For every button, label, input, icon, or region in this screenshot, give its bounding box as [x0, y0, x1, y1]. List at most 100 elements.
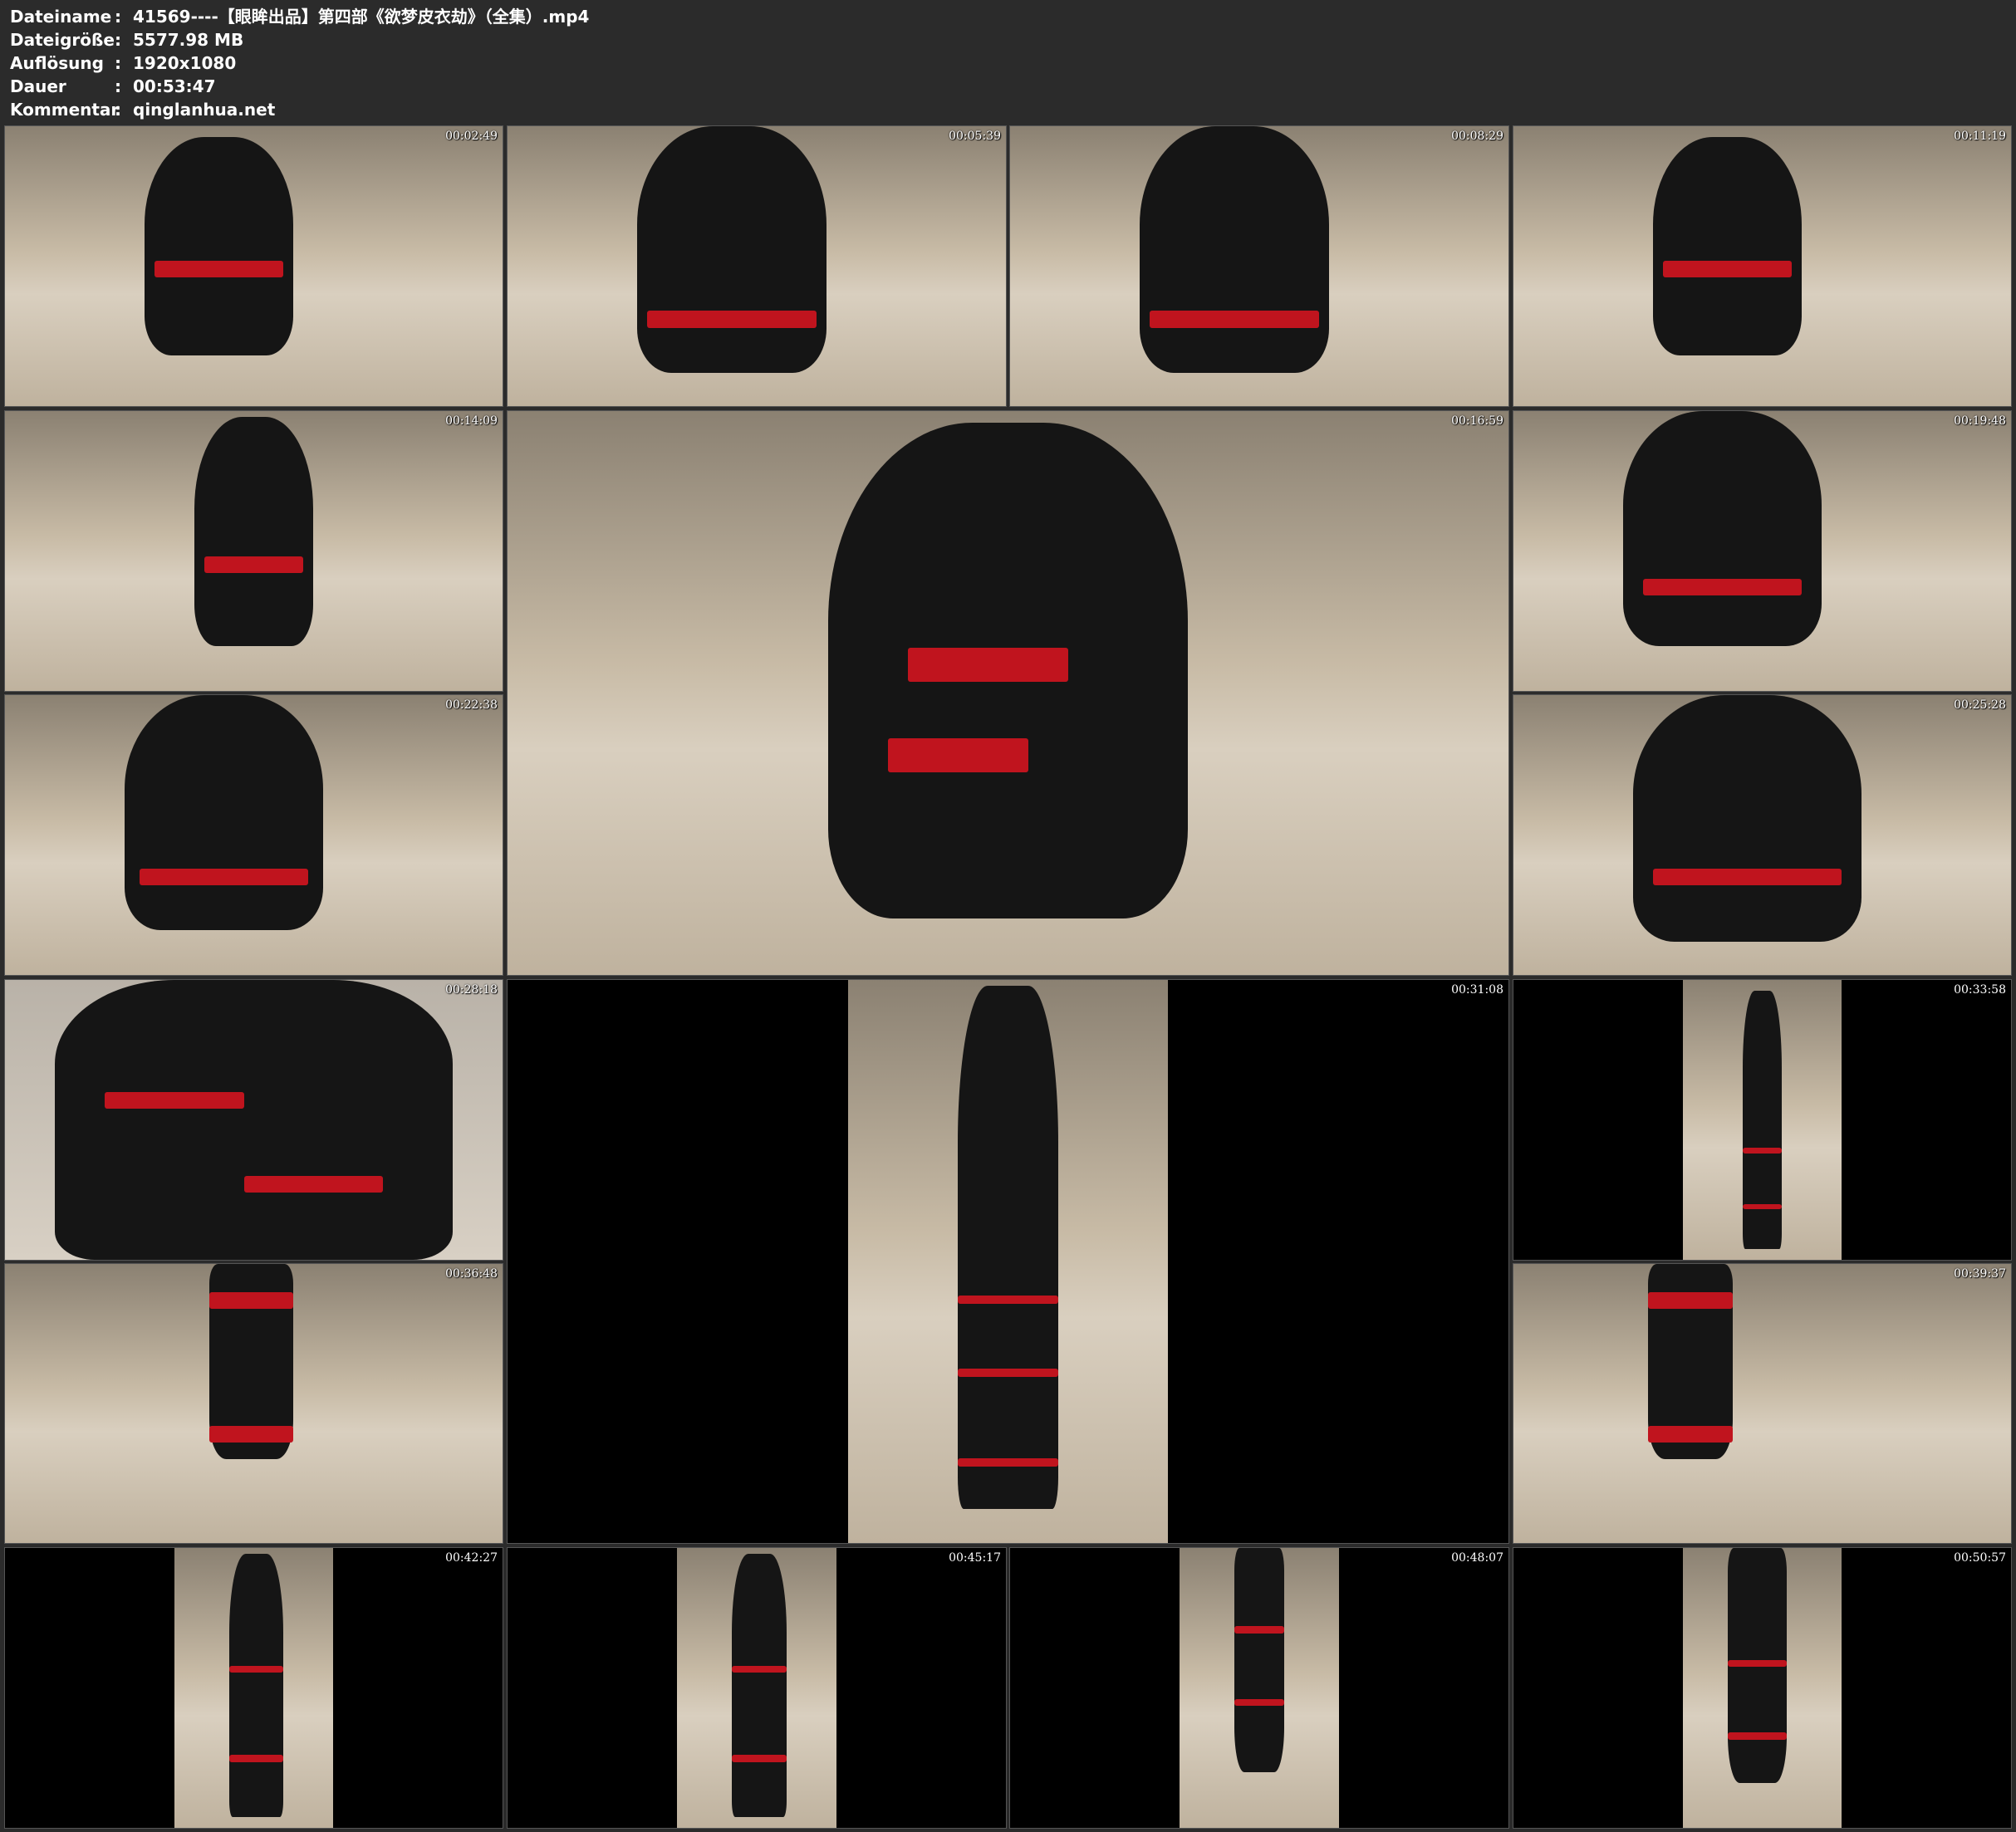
thumbnail-rope	[732, 1755, 787, 1762]
thumbnail-rope	[1642, 579, 1803, 596]
thumbnail-rope	[228, 1755, 284, 1762]
separator: :	[115, 30, 121, 50]
thumbnail-figure	[1622, 411, 1822, 647]
thumbnail-rope	[1234, 1626, 1284, 1634]
thumbnail-rope	[104, 1091, 244, 1109]
thumbnail-rope	[958, 1368, 1058, 1377]
video-thumbnail[interactable]: 00:02:49	[4, 125, 503, 407]
thumbnail-rope	[139, 868, 309, 886]
thumbnail-figure	[144, 137, 294, 356]
thumbnail-rope	[1652, 868, 1842, 886]
thumbnail-figure	[194, 416, 314, 647]
timestamp-label: 00:05:39	[949, 130, 1001, 143]
comment-value: qinglanhua.net	[133, 100, 276, 120]
thumbnail-rope	[958, 1295, 1058, 1304]
thumbnail-rope	[1742, 1203, 1783, 1210]
thumbnail-figure	[54, 980, 454, 1260]
video-thumbnail[interactable]: 00:22:38	[4, 694, 503, 976]
thumbnail-rope	[208, 1291, 294, 1309]
thumbnail-rope	[1727, 1732, 1788, 1740]
thumbnail-rope	[908, 648, 1068, 682]
timestamp-label: 00:08:29	[1451, 130, 1503, 143]
thumbnail-rope	[1647, 1291, 1733, 1309]
thumbnail-rope	[228, 1665, 284, 1673]
separator: :	[115, 7, 121, 27]
video-thumbnail-large[interactable]: 00:16:59	[507, 410, 1509, 976]
thumbnail-rope	[1150, 311, 1319, 328]
video-thumbnail[interactable]: 00:19:48	[1513, 410, 2012, 692]
thumbnail-rope	[208, 1425, 294, 1443]
thumbnail-figure	[1140, 126, 1329, 373]
timestamp-label: 00:14:09	[445, 414, 498, 428]
separator: :	[115, 76, 121, 96]
thumbnail-figure	[1632, 695, 1862, 942]
video-thumbnail[interactable]: 00:42:27	[4, 1547, 503, 1829]
file-info-panel: Dateiname : 41569----【眼眸出品】第四部《欲梦皮衣劫》（全集…	[10, 5, 589, 121]
timestamp-label: 00:42:27	[445, 1551, 498, 1565]
thumbnail-figure	[228, 1553, 284, 1817]
video-thumbnail[interactable]: 00:50:57	[1513, 1547, 2012, 1829]
thumbnail-frame	[1513, 1264, 2011, 1543]
filename-label: Dateiname	[10, 7, 112, 27]
thumbnail-figure	[1742, 991, 1783, 1249]
timestamp-label: 00:25:28	[1954, 698, 2006, 712]
thumbnail-rope	[1647, 1425, 1733, 1443]
thumbnail-rope	[887, 737, 1028, 772]
video-thumbnail[interactable]: 00:11:19	[1513, 125, 2012, 407]
thumbnail-rope	[1234, 1698, 1284, 1707]
thumbnail-figure	[732, 1553, 787, 1817]
video-thumbnail[interactable]: 00:25:28	[1513, 694, 2012, 976]
timestamp-label: 00:50:57	[1954, 1551, 2006, 1565]
timestamp-label: 00:39:37	[1954, 1267, 2006, 1281]
video-thumbnail[interactable]: 00:36:48	[4, 1263, 503, 1544]
timestamp-label: 00:11:19	[1954, 130, 2006, 143]
timestamp-label: 00:22:38	[445, 698, 498, 712]
video-thumbnail[interactable]: 00:48:07	[1009, 1547, 1509, 1829]
filesize-label: Dateigröße	[10, 30, 115, 50]
thumbnail-figure	[1234, 1548, 1284, 1772]
thumbnail-rope	[958, 1458, 1058, 1467]
info-row-resolution: Auflösung : 1920x1080	[10, 51, 589, 75]
video-thumbnail[interactable]: 00:39:37	[1513, 1263, 2012, 1544]
resolution-label: Auflösung	[10, 53, 104, 73]
video-thumbnail[interactable]: 00:45:17	[507, 1547, 1007, 1829]
thumbnail-rope	[732, 1665, 787, 1673]
resolution-value: 1920x1080	[133, 53, 237, 73]
video-thumbnail[interactable]: 00:14:09	[4, 410, 503, 692]
timestamp-label: 00:48:07	[1451, 1551, 1503, 1565]
info-row-filename: Dateiname : 41569----【眼眸出品】第四部《欲梦皮衣劫》（全集…	[10, 5, 589, 28]
info-row-comment: Kommentar : qinglanhua.net	[10, 98, 589, 121]
thumbnail-figure	[1652, 137, 1803, 356]
thumbnail-rope	[154, 260, 284, 277]
info-row-filesize: Dateigröße : 5577.98 MB	[10, 28, 589, 51]
filename-value: 41569----【眼眸出品】第四部《欲梦皮衣劫》（全集）.mp4	[133, 7, 590, 27]
video-thumbnail[interactable]: 00:28:18	[4, 979, 503, 1261]
thumbnail-rope	[204, 556, 304, 574]
timestamp-label: 00:02:49	[445, 130, 498, 143]
thumbnail-figure	[124, 695, 324, 931]
timestamp-label: 00:28:18	[445, 983, 498, 997]
timestamp-label: 00:31:08	[1451, 983, 1503, 997]
thumbnail-figure	[637, 126, 827, 373]
timestamp-label: 00:19:48	[1954, 414, 2006, 428]
timestamp-label: 00:33:58	[1954, 983, 2006, 997]
duration-label: Dauer	[10, 76, 66, 96]
video-thumbnail[interactable]: 00:33:58	[1513, 979, 2012, 1261]
separator: :	[115, 53, 121, 73]
timestamp-label: 00:45:17	[949, 1551, 1001, 1565]
video-thumbnail-large[interactable]: 00:31:08	[507, 979, 1509, 1544]
separator: :	[115, 100, 121, 120]
video-thumbnail[interactable]: 00:05:39	[507, 125, 1007, 407]
thumbnail-rope	[647, 311, 817, 328]
timestamp-label: 00:16:59	[1451, 414, 1503, 428]
duration-value: 00:53:47	[133, 76, 216, 96]
timestamp-label: 00:36:48	[445, 1267, 498, 1281]
filesize-value: 5577.98 MB	[133, 30, 244, 50]
comment-label: Kommentar	[10, 100, 120, 120]
thumbnail-rope	[1742, 1148, 1783, 1154]
thumbnail-rope	[1727, 1659, 1788, 1668]
video-thumbnail[interactable]: 00:08:29	[1009, 125, 1509, 407]
thumbnail-figure	[958, 985, 1058, 1510]
thumbnail-rope	[1662, 260, 1793, 277]
info-row-duration: Dauer : 00:53:47	[10, 75, 589, 98]
